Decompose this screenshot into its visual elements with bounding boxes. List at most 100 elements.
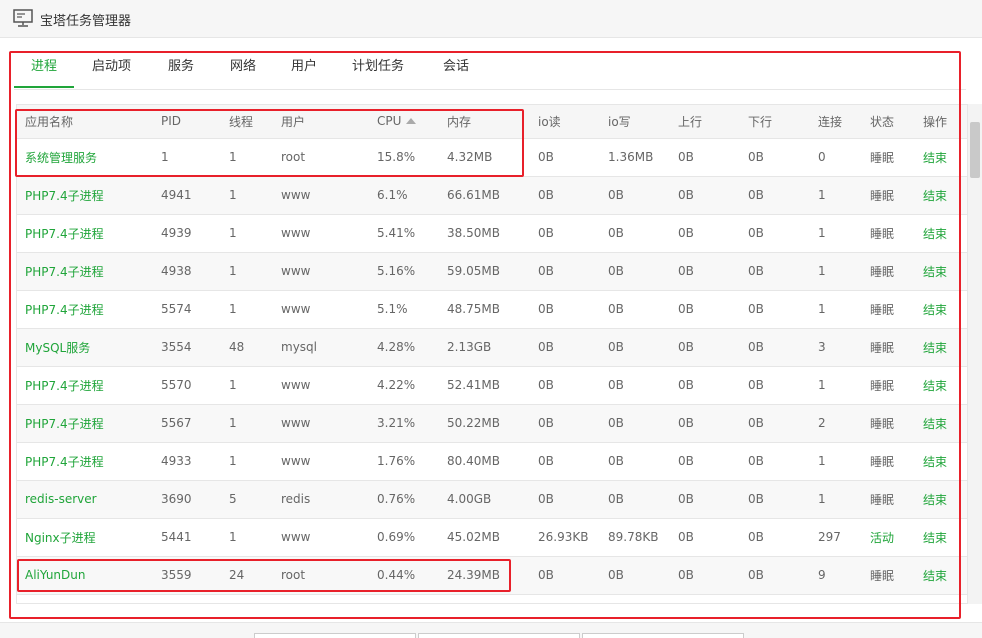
cell-state: 睡眠 [862,176,915,215]
cell-threads: 1 [221,176,273,215]
cell-state: 睡眠 [862,556,915,595]
cell-connections: 1 [810,252,862,291]
tab-processes[interactable]: 进程 [31,55,57,74]
cell-pid: 1 [153,138,221,177]
title-bar: 宝塔任务管理器 [0,0,982,38]
cell-io-read: 0B [530,556,600,595]
end-process-link[interactable]: 结束 [915,214,967,253]
col-header-io-write[interactable]: io写 [600,105,670,139]
cell-threads: 1 [221,252,273,291]
cell-memory: 45.02MB [439,518,530,557]
sort-up-icon [406,118,417,125]
cell-download: 0B [740,290,810,329]
cell-connections: 1 [810,366,862,405]
cell-cpu: 6.1% [369,176,439,215]
cell-io-read: 0B [530,214,600,253]
cell-io-read: 0B [530,366,600,405]
tab-scheduled-tasks[interactable]: 计划任务 [352,55,404,74]
bottom-button-1[interactable] [254,633,416,638]
tab-startup[interactable]: 启动项 [92,55,131,74]
cell-upload: 0B [670,556,740,595]
end-process-link[interactable]: 结束 [915,176,967,215]
cell-user: root [273,556,369,595]
table-row: PHP7.4子进程 4939 1 www 5.41% 38.50MB 0B 0B 0B 0B 1 睡眠… [17,214,967,253]
cell-memory: 66.61MB [439,176,530,215]
end-process-link[interactable]: 结束 [915,252,967,291]
tab-services[interactable]: 服务 [168,55,194,74]
end-process-link[interactable]: 结束 [915,556,967,595]
cell-state: 活动 [862,518,915,557]
cell-upload: 0B [670,366,740,405]
col-header-threads[interactable]: 线程 [221,105,273,139]
cell-io-write: 0B [600,176,670,215]
col-header-user[interactable]: 用户 [273,105,369,139]
col-header-upload[interactable]: 上行 [670,105,740,139]
cell-name: PHP7.4子进程 [17,176,153,215]
end-process-link[interactable]: 结束 [915,328,967,367]
cell-name: MySQL服务 [17,328,153,367]
cell-cpu: 4.22% [369,366,439,405]
cell-pid: 5574 [153,290,221,329]
cell-download: 0B [740,138,810,177]
col-header-action: 操作 [915,105,967,139]
active-tab-indicator [14,86,74,88]
cell-name: PHP7.4子进程 [17,214,153,253]
cell-upload: 0B [670,480,740,519]
cell-user: redis [273,480,369,519]
end-process-link[interactable]: 结束 [915,480,967,519]
tab-sessions[interactable]: 会话 [443,55,469,74]
cell-io-write: 89.78KB [600,518,670,557]
col-header-name[interactable]: 应用名称 [17,105,153,139]
cell-cpu: 5.41% [369,214,439,253]
cell-connections: 1 [810,480,862,519]
tab-network[interactable]: 网络 [230,55,256,74]
cell-name: PHP7.4子进程 [17,404,153,443]
col-header-memory[interactable]: 内存 [439,105,530,139]
cell-state: 睡眠 [862,404,915,443]
cell-download: 0B [740,442,810,481]
cell-connections: 0 [810,138,862,177]
bottom-button-3[interactable] [582,633,744,638]
end-process-link[interactable]: 结束 [915,518,967,557]
cell-cpu: 15.8% [369,138,439,177]
col-header-download[interactable]: 下行 [740,105,810,139]
cell-threads: 1 [221,518,273,557]
cell-pid: 4939 [153,214,221,253]
cell-cpu: 1.76% [369,442,439,481]
cell-memory: 50.22MB [439,404,530,443]
vertical-scrollbar[interactable] [968,104,982,604]
col-header-cpu[interactable]: CPU [369,105,439,139]
cell-pid: 5441 [153,518,221,557]
cell-download: 0B [740,404,810,443]
tab-users[interactable]: 用户 [291,55,317,74]
cell-download: 0B [740,176,810,215]
end-process-link[interactable]: 结束 [915,366,967,405]
cell-state: 睡眠 [862,366,915,405]
col-header-pid[interactable]: PID [153,105,221,139]
cell-cpu: 0.44% [369,556,439,595]
cell-pid: 4933 [153,442,221,481]
col-header-state[interactable]: 状态 [862,105,915,139]
cell-io-write: 0B [600,404,670,443]
cell-connections: 1 [810,290,862,329]
end-process-link[interactable]: 结束 [915,290,967,329]
end-process-link[interactable]: 结束 [915,404,967,443]
end-process-link[interactable]: 结束 [915,138,967,177]
col-header-io-read[interactable]: io读 [530,105,600,139]
cell-threads: 48 [221,328,273,367]
end-process-link[interactable]: 结束 [915,442,967,481]
scrollbar-thumb[interactable] [970,122,980,178]
cell-pid: 3690 [153,480,221,519]
table-row: MySQL服务 3554 48 mysql 4.28% 2.13GB 0B 0B 0B 0B 3 睡眠… [17,328,967,367]
table-row: PHP7.4子进程 4941 1 www 6.1% 66.61MB 0B 0B 0B 0B 1 睡眠结… [17,176,967,215]
cell-memory: 38.50MB [439,214,530,253]
cell-user: www [273,404,369,443]
cell-connections: 297 [810,518,862,557]
cell-memory: 4.00GB [439,480,530,519]
cell-name: PHP7.4子进程 [17,366,153,405]
cell-memory: 24.39MB [439,556,530,595]
col-header-connections[interactable]: 连接 [810,105,862,139]
bottom-button-2[interactable] [418,633,580,638]
cell-user: www [273,290,369,329]
cell-io-read: 0B [530,252,600,291]
